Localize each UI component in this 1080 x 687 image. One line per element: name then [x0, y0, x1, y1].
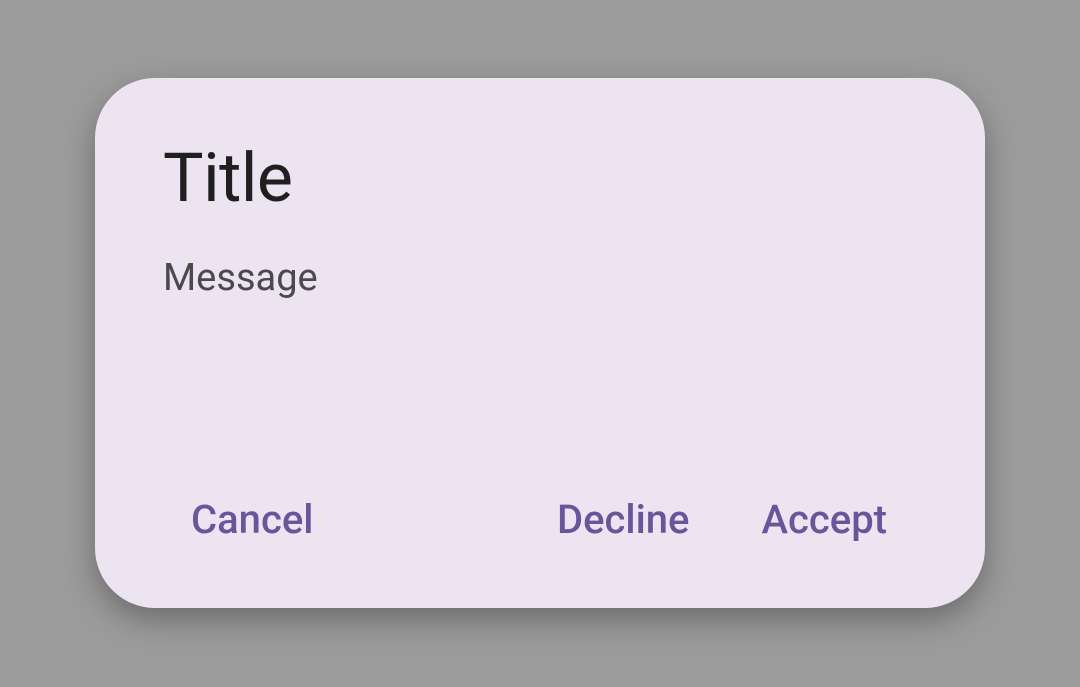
- alert-dialog: Title Message Cancel Decline Accept: [95, 78, 985, 608]
- accept-button[interactable]: Accept: [761, 496, 887, 544]
- decline-button[interactable]: Decline: [557, 496, 690, 544]
- dialog-message: Message: [163, 254, 917, 303]
- dialog-button-row: Cancel Decline Accept: [163, 496, 917, 568]
- cancel-button[interactable]: Cancel: [191, 496, 313, 544]
- dialog-title: Title: [163, 138, 917, 220]
- dialog-spacer: [163, 303, 917, 496]
